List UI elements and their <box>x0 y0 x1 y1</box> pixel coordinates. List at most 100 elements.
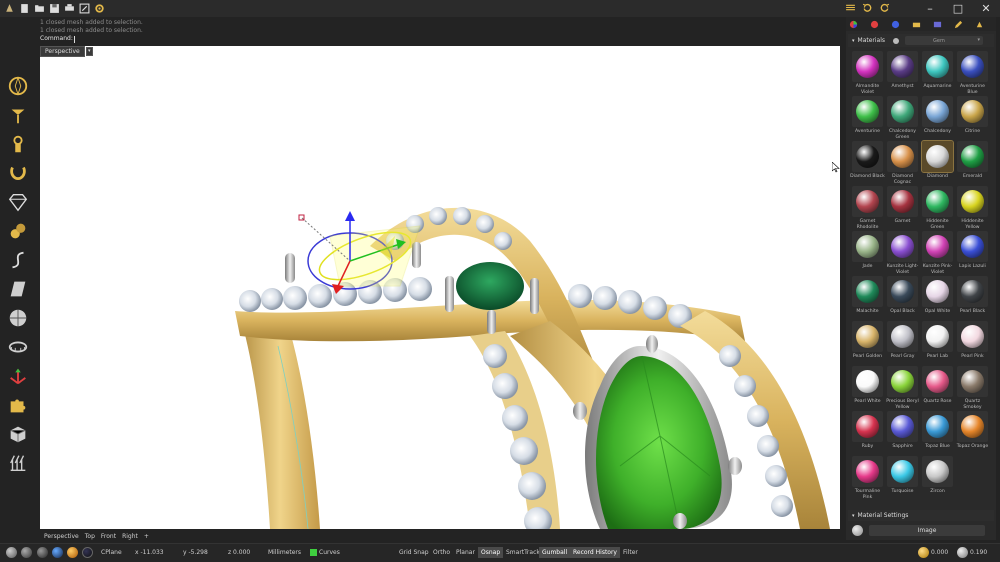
material-item[interactable]: Kunzite Pink-Violet <box>920 231 955 276</box>
material-item[interactable]: Garnet Rhodolite <box>850 186 885 231</box>
material-item[interactable]: Lapis Lazuli <box>955 231 990 276</box>
tolerance-icon[interactable] <box>918 547 929 558</box>
material-item[interactable]: Precious Beryl Yellow <box>885 366 920 411</box>
material-item[interactable]: Emerald <box>955 141 990 186</box>
material-swatch[interactable] <box>921 140 954 173</box>
planar-toggle[interactable]: Planar <box>453 547 478 558</box>
perspective-viewport[interactable] <box>40 46 840 529</box>
material-swatch[interactable] <box>887 321 918 352</box>
material-swatch[interactable] <box>852 456 883 487</box>
material-item[interactable]: Aventurine Blue <box>955 51 990 96</box>
maximize-button[interactable]: □ <box>944 0 972 17</box>
open-folder-icon[interactable] <box>34 3 45 14</box>
material-item[interactable]: Opal Black <box>885 276 920 321</box>
material-item[interactable]: Citrine <box>955 96 990 141</box>
current-layer[interactable]: Curves <box>310 549 340 556</box>
material-item[interactable]: Hiddenite Green <box>920 186 955 231</box>
properties-icon[interactable] <box>79 3 90 14</box>
gem-tool-button[interactable] <box>5 74 32 98</box>
ortho-toggle[interactable]: Ortho <box>430 547 453 558</box>
ring-band-tool-button[interactable] <box>5 335 32 359</box>
material-swatch[interactable] <box>922 51 953 82</box>
material-swatch[interactable] <box>957 231 988 262</box>
material-item[interactable]: Pearl Black <box>955 276 990 321</box>
material-swatch[interactable] <box>922 231 953 262</box>
material-item[interactable]: Diamond Black <box>850 141 885 186</box>
minimize-button[interactable]: – <box>916 0 944 17</box>
smarttrack-toggle[interactable]: SmartTrack <box>503 547 543 558</box>
image-button[interactable]: Image <box>869 524 985 536</box>
material-swatch[interactable] <box>852 96 883 127</box>
units-label[interactable]: Millimeters <box>268 549 301 556</box>
undo-icon[interactable] <box>862 2 873 13</box>
material-item[interactable]: Hiddenite Yellow <box>955 186 990 231</box>
command-prompt[interactable]: Command: <box>40 35 840 43</box>
material-swatch[interactable] <box>852 51 883 82</box>
material-sphere-icon[interactable] <box>67 547 78 558</box>
material-item[interactable]: Quartz Rose <box>920 366 955 411</box>
tab-perspective[interactable]: Perspective <box>44 533 79 540</box>
material-swatch[interactable] <box>887 231 918 262</box>
material-item[interactable]: Diamond <box>920 140 955 186</box>
material-item[interactable]: Turquoise <box>885 456 920 501</box>
gem-array-tool-button[interactable] <box>5 219 32 243</box>
material-item[interactable]: Almandite Violet <box>850 51 885 96</box>
layout-icon[interactable] <box>845 2 856 13</box>
material-item[interactable]: Amethyst <box>885 51 920 96</box>
material-item[interactable]: Ruby <box>850 411 885 456</box>
material-swatch[interactable] <box>852 186 883 217</box>
material-item[interactable]: Malachite <box>850 276 885 321</box>
material-item[interactable]: Kunzite Light-Violet <box>885 231 920 276</box>
chevron-down-icon[interactable]: ▾ <box>85 46 93 56</box>
materials-header[interactable]: ▾ Materials Gem ▾ <box>848 34 994 47</box>
material-item[interactable]: Zircon <box>920 456 955 501</box>
material-swatch[interactable] <box>922 276 953 307</box>
bail-tool-button[interactable] <box>5 132 32 156</box>
solid-tool-button[interactable] <box>5 306 32 330</box>
material-item[interactable]: Aquamarine <box>920 51 955 96</box>
settings-gear-icon[interactable] <box>94 3 105 14</box>
grid-snap-toggle[interactable]: Grid Snap <box>396 547 432 558</box>
material-swatch[interactable] <box>887 186 918 217</box>
material-swatch[interactable] <box>922 321 953 352</box>
material-item[interactable]: Chalcedony <box>920 96 955 141</box>
material-item[interactable]: Pearl Pink <box>955 321 990 366</box>
material-swatch[interactable] <box>852 231 883 262</box>
array-tool-button[interactable] <box>5 451 32 475</box>
material-filter-select[interactable]: Gem ▾ <box>905 36 984 45</box>
dark-sphere-icon[interactable] <box>82 547 93 558</box>
add-tab-button[interactable]: + <box>144 533 149 540</box>
material-swatch[interactable] <box>887 276 918 307</box>
layers-icon[interactable] <box>933 20 942 29</box>
material-ball-icon[interactable] <box>870 20 879 29</box>
environment-icon[interactable] <box>891 20 900 29</box>
viewport-title-tab[interactable]: Perspective ▾ <box>40 45 93 57</box>
collapse-caret-icon[interactable]: ▾ <box>852 38 855 44</box>
globe-icon[interactable] <box>6 547 17 558</box>
material-item[interactable]: Opal White <box>920 276 955 321</box>
rendered-icon[interactable] <box>52 547 63 558</box>
save-icon[interactable] <box>49 3 60 14</box>
diamond-tool-button[interactable] <box>5 190 32 214</box>
material-swatch[interactable] <box>957 366 988 397</box>
material-item[interactable]: Pearl Gray <box>885 321 920 366</box>
material-item[interactable]: Chalcedony Green <box>885 96 920 141</box>
material-item[interactable]: Topaz Orange <box>955 411 990 456</box>
tab-right[interactable]: Right <box>122 533 138 540</box>
mesh-tool-button[interactable] <box>5 422 32 446</box>
material-swatch[interactable] <box>922 366 953 397</box>
pencil-icon[interactable] <box>954 20 963 29</box>
viewport-title[interactable]: Perspective <box>40 45 85 57</box>
redo-icon[interactable] <box>879 2 890 13</box>
material-swatch[interactable] <box>922 96 953 127</box>
material-swatch[interactable] <box>852 141 883 172</box>
material-item[interactable]: Quartz Smokey <box>955 366 990 411</box>
print-icon[interactable] <box>64 3 75 14</box>
size-icon[interactable] <box>957 547 968 558</box>
material-item[interactable]: Tourmaline Pink <box>850 456 885 501</box>
material-item[interactable]: Diamond Cognac <box>885 141 920 186</box>
material-swatch[interactable] <box>887 51 918 82</box>
material-swatch[interactable] <box>957 96 988 127</box>
material-swatch[interactable] <box>957 141 988 172</box>
material-swatch[interactable] <box>922 411 953 442</box>
